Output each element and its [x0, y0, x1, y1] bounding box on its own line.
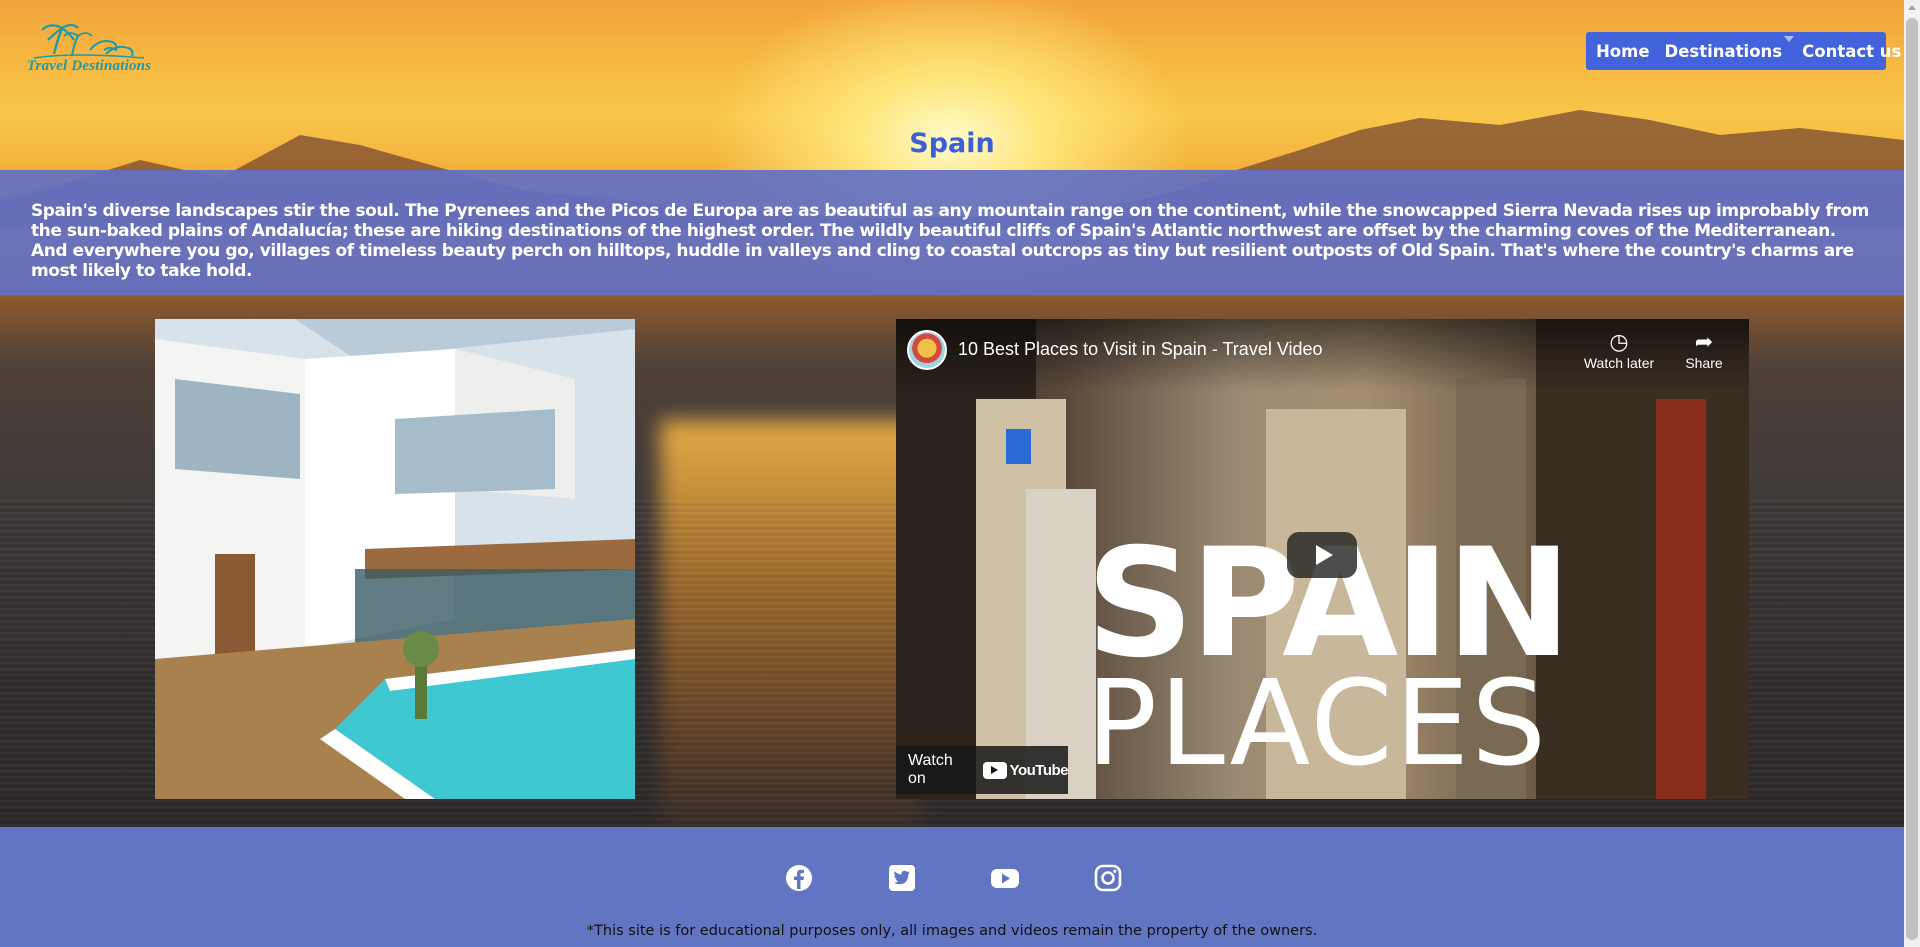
logo-text: Travel Destinations [26, 58, 152, 74]
video-title[interactable]: 10 Best Places to Visit in Spain - Trave… [958, 339, 1323, 360]
scroll-up-icon[interactable] [1908, 5, 1916, 10]
site-logo[interactable]: Travel Destinations [14, 20, 164, 78]
share-arrow-icon: ➦ [1694, 329, 1714, 354]
watch-later-button[interactable]: ◷ Watch later [1579, 329, 1659, 371]
youtube-play-icon [982, 761, 1007, 779]
youtube-wordmark: YouTube [1009, 761, 1069, 779]
footer: *This site is for educational purposes o… [0, 827, 1904, 947]
share-label: Share [1685, 355, 1723, 371]
main-nav: Home Destinations Contact us [1586, 32, 1901, 70]
youtube-video-embed[interactable]: 10 Best Places to Visit in Spain - Trave… [896, 319, 1749, 799]
watch-on-youtube-button[interactable]: Watch on YouTube [896, 746, 1069, 794]
play-icon [1315, 545, 1333, 565]
watch-on-label: Watch on [908, 752, 953, 787]
dropdown-caret-icon [1784, 35, 1795, 42]
instagram-icon[interactable] [1093, 863, 1123, 893]
page: Travel Destinations Home Destinations Co… [0, 0, 1904, 947]
nav-destinations-label: Destinations [1664, 41, 1783, 61]
youtube-icon[interactable] [990, 863, 1020, 893]
intro-band: Spain's diverse landscapes stir the soul… [0, 170, 1904, 295]
nav-home[interactable]: Home [1596, 42, 1650, 61]
social-links [784, 863, 1124, 897]
clock-icon: ◷ [1609, 329, 1629, 354]
share-button[interactable]: ➦ Share [1664, 329, 1744, 371]
footer-disclaimer: *This site is for educational purposes o… [586, 923, 1318, 939]
play-button[interactable] [1287, 532, 1357, 578]
palm-wave-icon [33, 23, 145, 59]
nav-contact[interactable]: Contact us [1802, 42, 1901, 61]
intro-paragraph: Spain's diverse landscapes stir the soul… [31, 201, 1869, 281]
channel-avatar[interactable] [907, 330, 947, 370]
nav-destinations-dropdown[interactable]: Destinations [1664, 35, 1795, 61]
watch-later-label: Watch later [1583, 355, 1655, 371]
scrollbar-thumb[interactable] [1906, 18, 1918, 940]
facebook-icon[interactable] [784, 863, 814, 893]
page-title: Spain [909, 128, 995, 159]
video-overlay-places: PLACES [1086, 654, 1549, 792]
villa-pool-image [155, 319, 635, 799]
youtube-logo: YouTube [982, 761, 1069, 779]
twitter-icon[interactable] [887, 863, 917, 893]
vertical-scrollbar[interactable] [1904, 0, 1920, 947]
